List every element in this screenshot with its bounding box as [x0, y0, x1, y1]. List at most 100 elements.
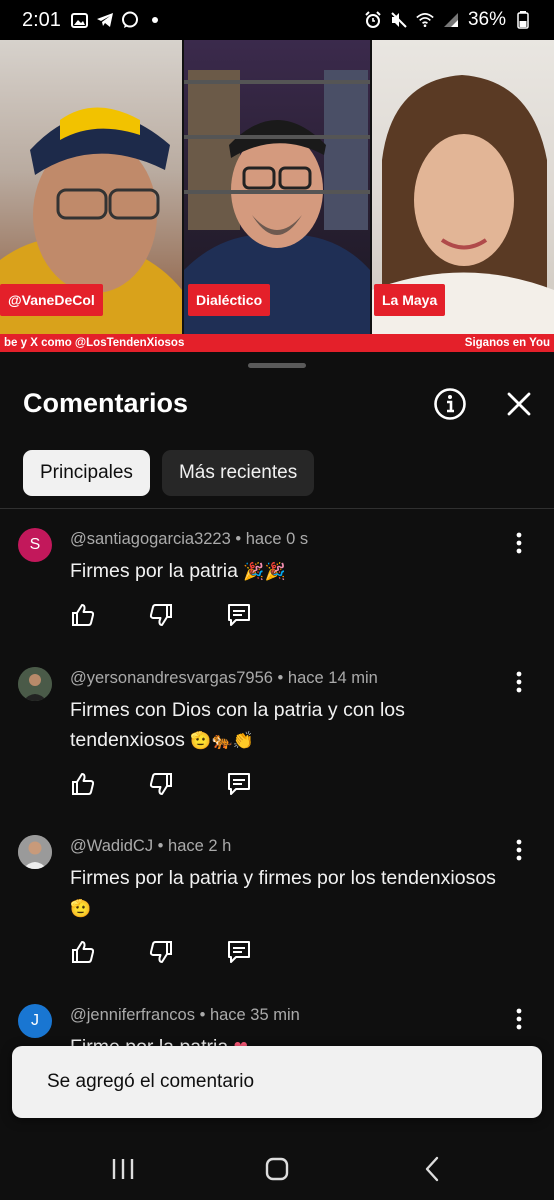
info-button[interactable]: [432, 386, 468, 422]
alarm-icon: [364, 11, 382, 29]
divider: [0, 508, 554, 509]
chip-mas-recientes[interactable]: Más recientes: [161, 450, 315, 496]
video-player[interactable]: @VaneDeCol Dialéctico La Maya be y X com…: [0, 40, 554, 352]
comment-meta: @jenniferfrancos • hace 35 min: [70, 1006, 300, 1024]
status-time: 2:01: [22, 8, 61, 31]
avatar[interactable]: S: [18, 528, 52, 562]
comment-time: hace 2 h: [168, 837, 232, 855]
thumbs-up-icon: [72, 773, 95, 795]
sort-chips: Principales Más recientes: [23, 450, 315, 496]
avatar[interactable]: [18, 835, 52, 869]
toast-snackbar: Se agregó el comentario: [12, 1046, 542, 1118]
ticker-right-text: Siganos en You: [464, 337, 550, 349]
system-nav-bar: [0, 1138, 554, 1200]
comment-text-block: Firmes por la patria y firmes por los te…: [70, 863, 518, 924]
avatar-letter: J: [31, 1012, 39, 1029]
comment-actions: [68, 769, 254, 799]
comment-meta: @yersonandresvargas7956 • hace 14 min: [70, 669, 378, 687]
reply-button[interactable]: [224, 937, 254, 967]
participant-video-2: Dialéctico: [184, 40, 370, 334]
more-options-button[interactable]: [508, 530, 530, 556]
more-options-button[interactable]: [508, 669, 530, 695]
comment-text: Firmes por la patria y firmes por los te…: [70, 867, 496, 889]
reply-button[interactable]: [224, 769, 254, 799]
comment-author[interactable]: @yersonandresvargas7956: [70, 669, 273, 687]
dot-icon: [146, 11, 164, 29]
comment-author[interactable]: @jenniferfrancos: [70, 1006, 195, 1024]
more-vert-icon: [516, 1008, 522, 1030]
thumbs-down-icon: [149, 773, 172, 795]
comment-actions: [68, 937, 254, 967]
telegram-icon: [96, 11, 114, 29]
sheet-title: Comentarios: [23, 388, 189, 418]
toast-message: Se agregó el comentario: [47, 1071, 255, 1092]
image-icon: [71, 11, 89, 29]
more-vert-icon: [516, 532, 522, 554]
comment-author[interactable]: @WadidCJ: [70, 837, 153, 855]
back-button[interactable]: [413, 1152, 453, 1186]
close-icon: [507, 392, 531, 416]
comment-emoji: 🎉🎉: [243, 562, 286, 582]
battery-percent: 36%: [467, 9, 506, 30]
dislike-button[interactable]: [146, 937, 176, 967]
recent-apps-icon: [112, 1159, 134, 1179]
ticker-left-text: be y X como @LosTendenXiosos: [4, 337, 185, 349]
avatar-photo: [18, 835, 52, 869]
comment-time: hace 0 s: [245, 530, 309, 548]
like-button[interactable]: [68, 769, 98, 799]
dislike-button[interactable]: [146, 600, 176, 630]
participant-video-1: @VaneDeCol: [0, 40, 182, 334]
news-ticker: be y X como @LosTendenXiosos Siganos en …: [0, 334, 554, 352]
system-icons: 36%: [364, 9, 532, 31]
more-vert-icon: [516, 671, 522, 693]
avatar-letter: S: [29, 536, 41, 553]
comment-time: hace 14 min: [287, 669, 378, 687]
thumbs-up-icon: [72, 604, 95, 626]
drag-handle[interactable]: [248, 363, 306, 368]
reply-icon: [228, 604, 250, 626]
comment-text: Firmes por la patria: [70, 560, 238, 582]
comment-author[interactable]: @santiagogarcia3223: [70, 530, 231, 548]
comment-text-block: Firmes por la patria 🎉🎉: [70, 556, 518, 587]
like-button[interactable]: [68, 937, 98, 967]
status-bar: 2:01 36%: [0, 0, 554, 40]
reply-button[interactable]: [224, 600, 254, 630]
comment-emoji: 🫡: [70, 899, 92, 919]
thumbs-down-icon: [149, 941, 172, 963]
home-button[interactable]: [257, 1152, 297, 1186]
like-button[interactable]: [68, 600, 98, 630]
signal-icon: [442, 11, 460, 29]
comment-time: hace 35 min: [209, 1006, 300, 1024]
dislike-button[interactable]: [146, 769, 176, 799]
close-button[interactable]: [503, 388, 535, 420]
avatar-photo: [18, 667, 52, 701]
more-options-button[interactable]: [508, 1006, 530, 1032]
participant-3-name: La Maya: [374, 284, 446, 316]
thumbs-down-icon: [149, 604, 172, 626]
chip-principales[interactable]: Principales: [23, 450, 150, 496]
comment-text-block: Firmes con Dios con la patria y con los …: [70, 695, 518, 756]
more-options-button[interactable]: [508, 837, 530, 863]
participant-video-3: La Maya: [372, 40, 554, 334]
whatsapp-icon: [121, 11, 139, 29]
participant-1-name: @VaneDeCol: [0, 284, 103, 316]
comments-sheet: Comentarios Principales Más recientes S …: [0, 352, 554, 1138]
comment-emoji: 🫡🐅👏: [190, 731, 254, 751]
reply-icon: [228, 941, 250, 963]
home-icon: [265, 1157, 289, 1181]
participant-2-name: Dialéctico: [188, 284, 271, 316]
back-icon: [425, 1156, 439, 1182]
avatar[interactable]: [18, 667, 52, 701]
wifi-icon: [416, 11, 434, 29]
info-icon: [434, 388, 466, 420]
comment-meta: @WadidCJ • hace 2 h: [70, 837, 232, 855]
comment-actions: [68, 600, 254, 630]
thumbs-up-icon: [72, 941, 95, 963]
more-vert-icon: [516, 839, 522, 861]
recent-apps-button[interactable]: [103, 1152, 143, 1186]
mute-icon: [390, 11, 408, 29]
reply-icon: [228, 773, 250, 795]
avatar[interactable]: J: [18, 1004, 52, 1038]
battery-icon: [514, 11, 532, 29]
comment-meta: @santiagogarcia3223 • hace 0 s: [70, 530, 309, 548]
